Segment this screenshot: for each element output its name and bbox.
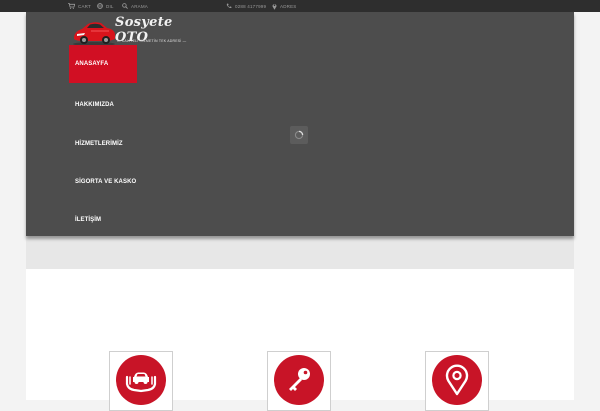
address-label: ADRES [280, 3, 297, 9]
spinner-icon [294, 130, 304, 140]
search-label: ARAMA [131, 3, 149, 9]
cart-label: CART [78, 3, 91, 9]
feature-circle [116, 355, 166, 405]
feature-circle [274, 355, 324, 405]
logo-slogan: — KALİTELİ HİZMETİN TEK ADRESİ — [117, 39, 187, 43]
car-logo-icon [73, 22, 115, 46]
nav-item-hakkimizda[interactable]: HAKKIMIZDA [69, 86, 137, 124]
feature-circle [432, 355, 482, 405]
nav-item-hizmetlerimiz[interactable]: HİZMETLERİMİZ [69, 125, 137, 163]
phone-link[interactable]: 0288 4177999 [226, 0, 266, 12]
feature-box-insurance[interactable] [109, 351, 173, 411]
nav-item-label: İLETİŞİM [75, 217, 102, 223]
map-marker-icon [272, 3, 277, 10]
location-pin-icon [445, 364, 469, 396]
nav-item-label: HAKKIMIZDA [75, 102, 114, 108]
language-link[interactable]: DIL [97, 0, 114, 12]
site-logo[interactable]: Sosyete OTO — KALİTELİ HİZMETİN TEK ADRE… [71, 15, 186, 47]
address-link[interactable]: ADRES [272, 0, 297, 12]
search-icon [122, 3, 128, 9]
language-label: DIL [106, 3, 114, 9]
nav-item-label: HİZMETLERİMİZ [75, 141, 123, 147]
feature-box-location[interactable] [425, 351, 489, 411]
car-in-hands-icon [125, 372, 157, 393]
cart-link[interactable]: CART [68, 0, 91, 12]
nav-item-iletisim[interactable]: İLETİŞİM [69, 201, 137, 239]
phone-icon [226, 3, 232, 9]
page-wrapper: Sosyete OTO — KALİTELİ HİZMETİN TEK ADRE… [26, 12, 574, 411]
key-icon [289, 368, 310, 391]
search-link[interactable]: ARAMA [122, 0, 148, 12]
nav-item-sigorta-ve-kasko[interactable]: SİGORTA VE KASKO [69, 163, 137, 201]
nav-item-label: ANASAYFA [75, 61, 109, 67]
loading-spinner [290, 126, 308, 144]
top-bar: CART DIL ARAMA 0288 4177999 ADRES [0, 0, 600, 12]
nav-item-anasayfa[interactable]: ANASAYFA [69, 45, 137, 83]
globe-icon [97, 3, 103, 9]
cart-icon [68, 3, 75, 9]
nav-item-label: SİGORTA VE KASKO [75, 179, 137, 185]
phone-label: 0288 4177999 [235, 3, 267, 9]
page-title-band [26, 236, 574, 269]
site-header: Sosyete OTO — KALİTELİ HİZMETİN TEK ADRE… [26, 12, 574, 236]
feature-box-key[interactable] [267, 351, 331, 411]
